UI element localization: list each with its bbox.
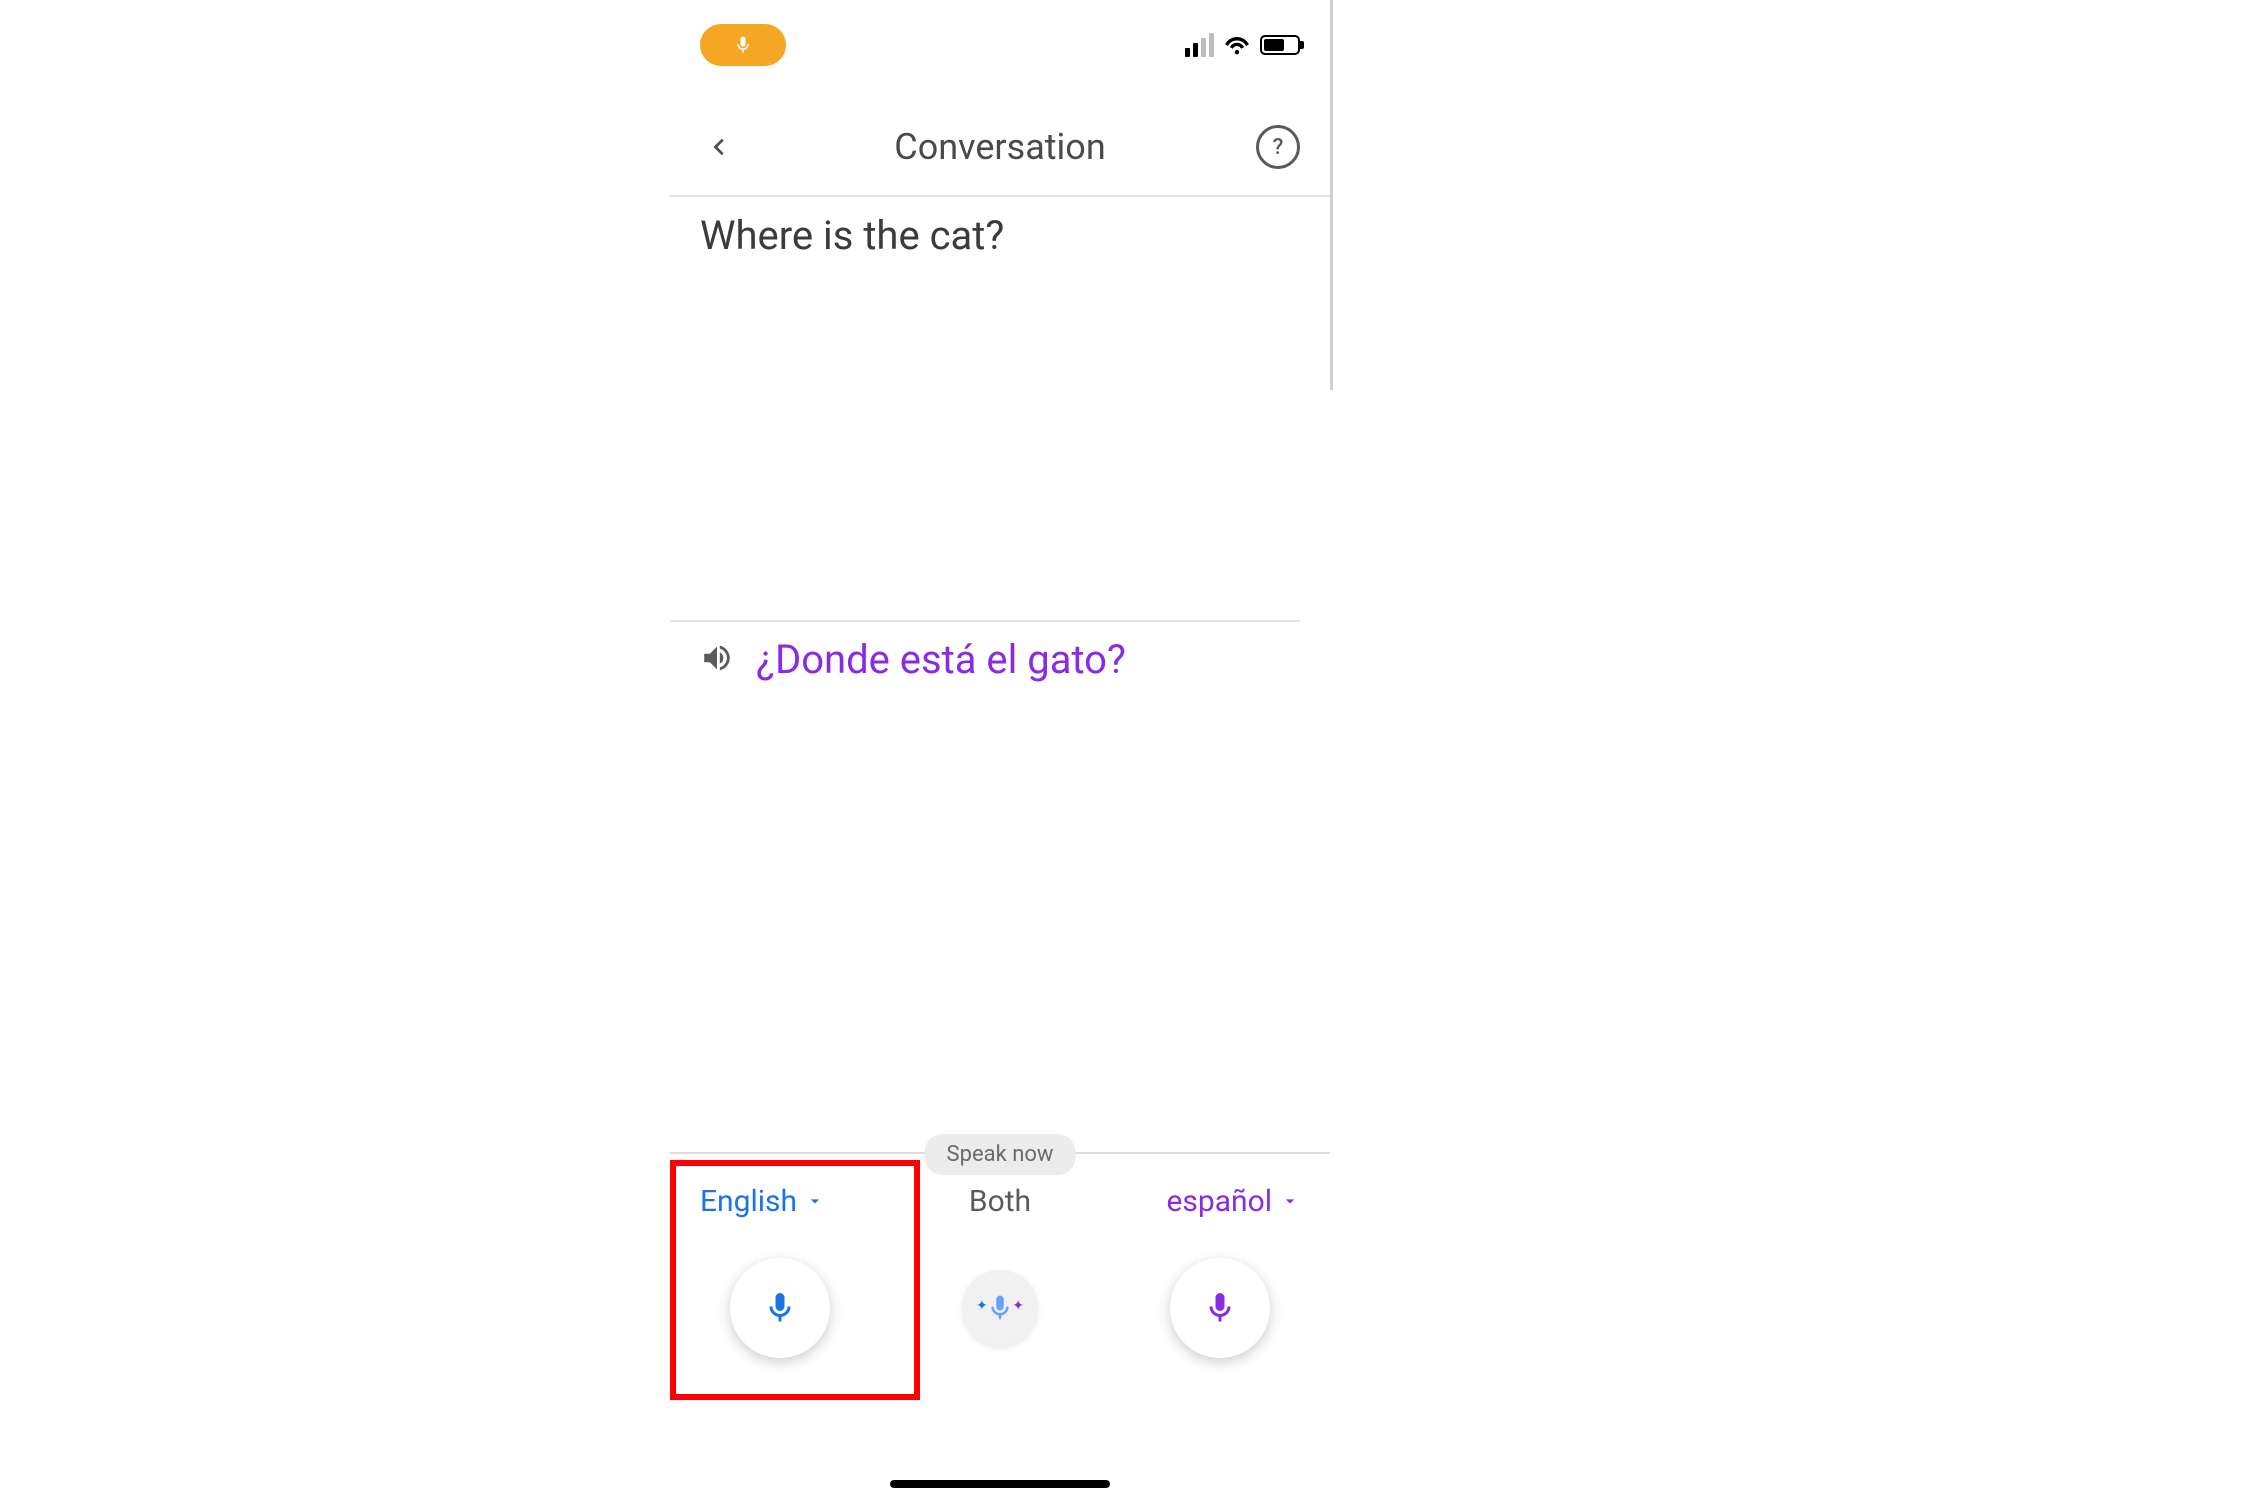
speaker-icon [700,641,734,675]
phone-frame: Conversation ? Where is the cat? ¿Donde … [670,0,1330,1500]
target-language-label: español [1166,1184,1272,1219]
recording-indicator[interactable] [700,24,786,66]
content-divider [670,620,1300,622]
mic-auto-button[interactable]: ✦ ✦ [962,1270,1038,1346]
home-indicator[interactable] [890,1480,1110,1488]
translation-row: ¿Donde está el gato? [700,636,1300,683]
chevron-down-icon [1280,1184,1300,1219]
source-text[interactable]: Where is the cat? [700,212,1300,259]
speak-hint: Speak now [925,1134,1076,1175]
sparkle-icon: ✦ [976,1298,988,1314]
microphone-icon [985,1293,1015,1323]
app-header: Conversation ? [670,112,1330,182]
microphone-icon [733,35,753,55]
battery-icon [1260,35,1300,55]
page-title: Conversation [670,126,1330,168]
sparkle-icon: ✦ [1012,1298,1024,1314]
back-button[interactable] [700,127,740,167]
question-icon: ? [1273,135,1284,160]
status-bar [670,14,1330,60]
wifi-icon [1224,30,1250,60]
header-divider [670,195,1330,197]
cell-signal-icon [1185,33,1214,57]
status-icons [1185,30,1300,60]
translated-text[interactable]: ¿Donde está el gato? [756,636,1126,683]
speak-translation-button[interactable] [700,641,734,679]
annotation-highlight-box [670,1160,920,1400]
microphone-icon [1202,1290,1238,1326]
help-button[interactable]: ? [1256,125,1300,169]
target-language-select[interactable]: español [1166,1184,1300,1219]
chevron-left-icon [709,136,731,158]
mic-target-button[interactable] [1170,1258,1270,1358]
both-languages-label[interactable]: Both [969,1184,1031,1219]
